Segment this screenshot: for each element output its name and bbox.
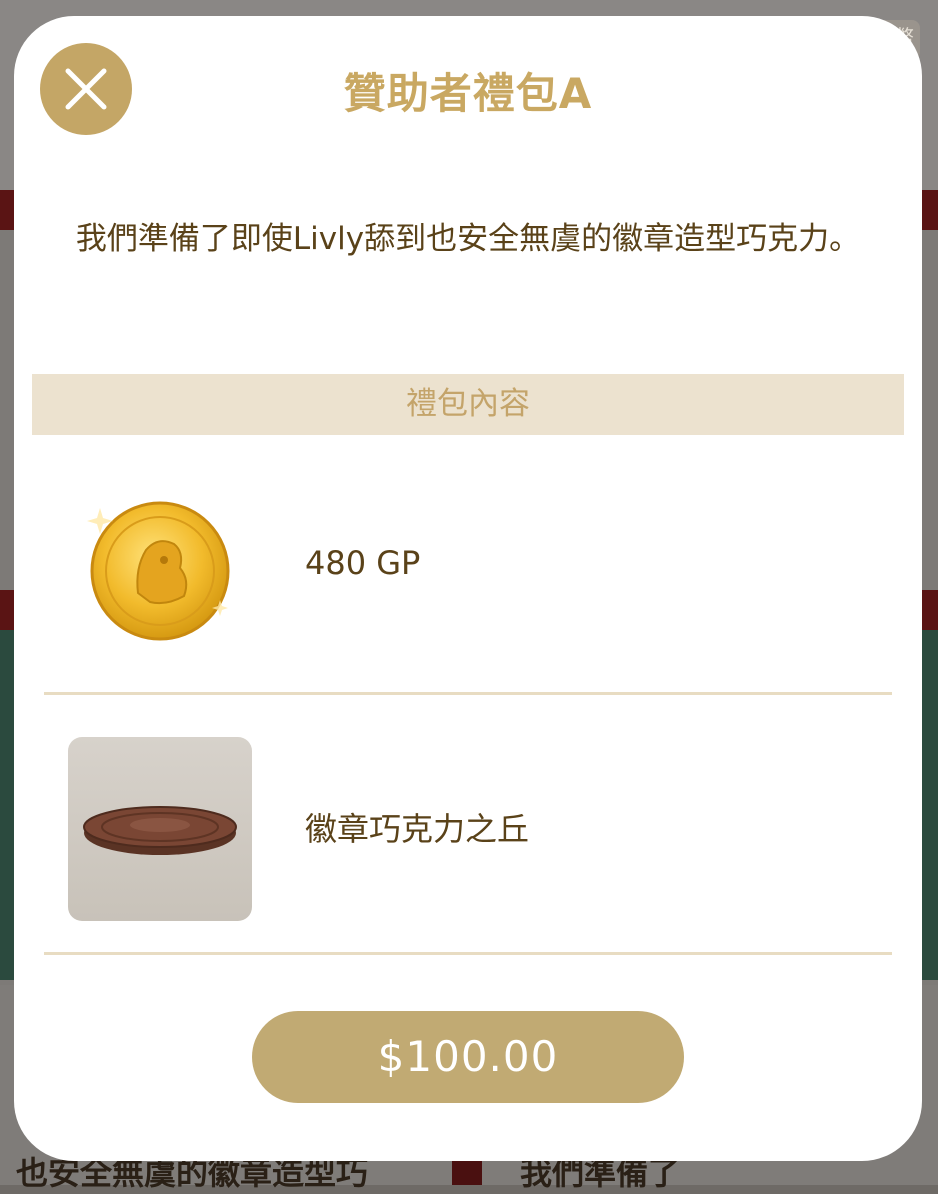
purchase-price-button[interactable]: $100.00 bbox=[252, 1011, 684, 1103]
item-label-chocolate: 徽章巧克力之丘 bbox=[305, 810, 530, 848]
sponsor-pack-modal: 贊助者禮包A 我們準備了即使Livly舔到也安全無虞的徽章造型巧克力。 禮包內容… bbox=[14, 16, 922, 1161]
gold-coin-icon bbox=[80, 488, 240, 648]
item-label-gp: 480 GP bbox=[305, 544, 421, 582]
modal-title: 贊助者禮包A bbox=[343, 69, 593, 118]
background-card-left bbox=[0, 630, 14, 980]
background-card-right bbox=[922, 630, 938, 980]
item-divider bbox=[44, 692, 892, 695]
item-divider bbox=[44, 952, 892, 955]
background-banner-right bbox=[922, 190, 938, 230]
background-banner-right bbox=[922, 590, 938, 630]
chocolate-badge-icon bbox=[68, 737, 252, 921]
background-banner-left bbox=[0, 190, 14, 230]
background-banner-left bbox=[0, 590, 14, 630]
section-header: 禮包內容 bbox=[32, 374, 904, 435]
modal-description: 我們準備了即使Livly舔到也安全無虞的徽章造型巧克力。 bbox=[75, 221, 861, 257]
